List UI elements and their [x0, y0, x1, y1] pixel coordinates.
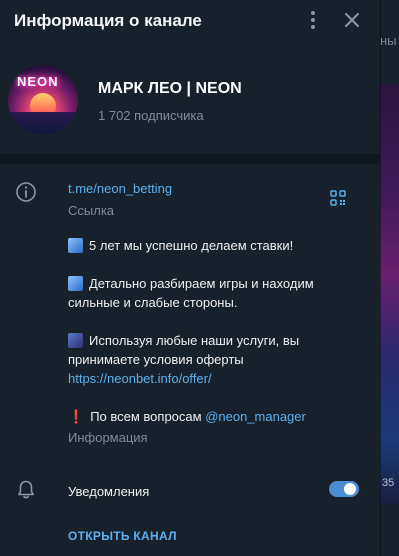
notifications-label: Уведомления: [68, 484, 150, 499]
link-caption: Ссылка: [68, 203, 115, 218]
background-chat-text: ны: [380, 33, 397, 48]
offer-link[interactable]: https://neonbet.info/offer/: [68, 371, 212, 386]
open-channel-button[interactable]: ОТКРЫТЬ КАНАЛ: [68, 529, 177, 543]
app-window: ны 35 Информация о канале NEON МАРК ЛЕО …: [0, 0, 399, 556]
channel-profile: NEON МАРК ЛЕО | NEON 1 702 подписчика: [0, 62, 380, 142]
background-message-time: 35: [382, 477, 395, 489]
toggle-knob: [344, 483, 356, 495]
more-vertical-icon[interactable]: [304, 9, 322, 31]
close-icon[interactable]: [341, 9, 363, 31]
channel-link[interactable]: t.me/neon_betting: [68, 181, 172, 196]
description-caption: Информация: [68, 430, 148, 445]
description-text: Детально разбираем игры и находим сильны…: [68, 276, 314, 310]
subscriber-count: 1 702 подписчика: [98, 108, 204, 123]
info-icon: [15, 181, 37, 203]
description-line: Используя любые наши услуги, вы принимае…: [68, 331, 350, 388]
qr-code-icon[interactable]: [330, 190, 346, 206]
panel-title: Информация о канале: [14, 11, 202, 30]
background-chat: [380, 0, 399, 556]
manager-mention-link[interactable]: @neon_manager: [205, 409, 306, 424]
panel-header: Информация о канале: [0, 0, 380, 40]
channel-name: МАРК ЛЕО | NEON: [98, 80, 242, 97]
exclamation-icon: ❗: [68, 409, 85, 424]
building-emoji-icon: [68, 238, 83, 253]
avatar[interactable]: NEON: [8, 65, 78, 135]
background-image: [380, 84, 399, 504]
channel-description: 5 лет мы успешно делаем ставки! Детально…: [68, 236, 350, 445]
contract-emoji-icon: [68, 333, 83, 348]
bell-icon: [16, 479, 36, 501]
channel-info-panel: Информация о канале NEON МАРК ЛЕО | NEON…: [0, 0, 380, 556]
notifications-toggle[interactable]: [329, 481, 359, 497]
description-line: 5 лет мы успешно делаем ставки!: [68, 236, 350, 255]
avatar-ground: [8, 112, 78, 135]
description-line: ❗ По всем вопросам @neon_manager: [68, 407, 350, 426]
stadium-emoji-icon: [68, 276, 83, 291]
avatar-logo-text: NEON: [17, 74, 59, 89]
description-line: Детально разбираем игры и находим сильны…: [68, 274, 350, 312]
description-text: По всем вопросам: [90, 409, 206, 424]
section-divider: [0, 154, 380, 164]
description-text: Используя любые наши услуги, вы принимае…: [68, 333, 300, 367]
description-text: 5 лет мы успешно делаем ставки!: [89, 238, 294, 253]
